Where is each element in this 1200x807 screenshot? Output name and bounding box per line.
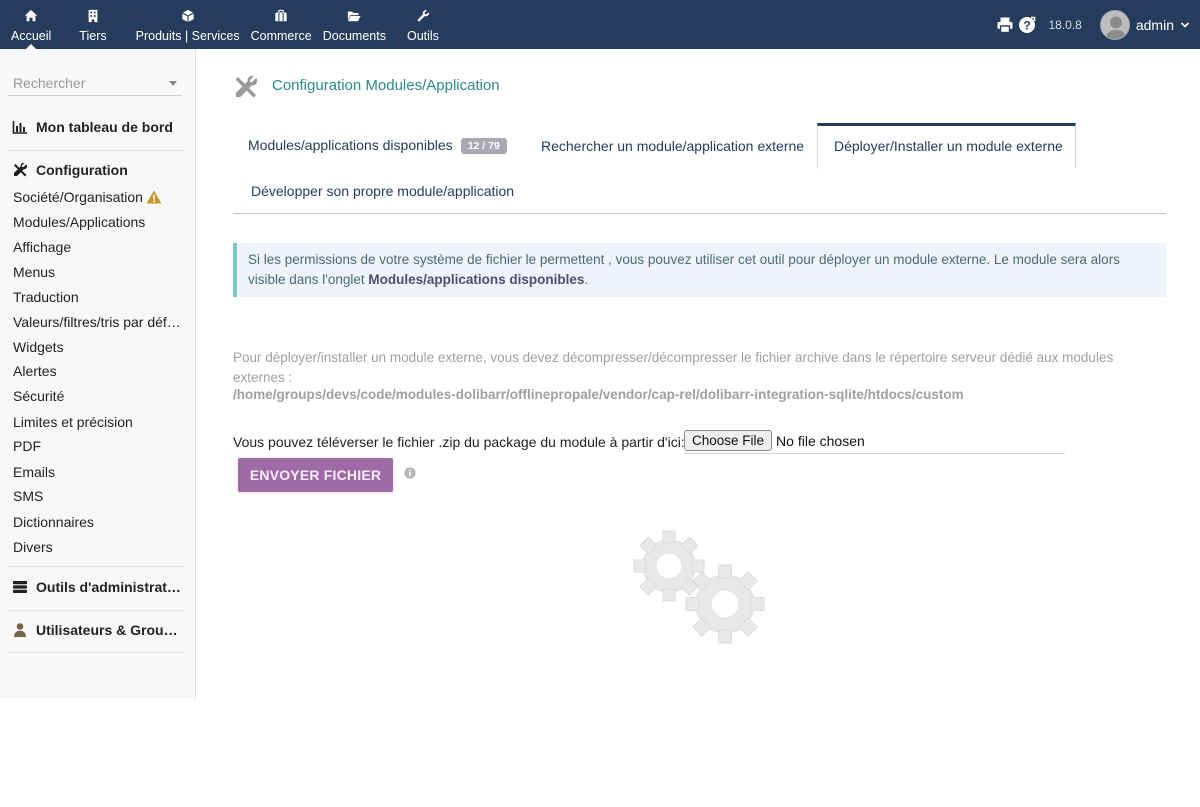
sidebar-item-widgets[interactable]: Widgets	[13, 339, 181, 355]
file-input[interactable]: Choose File No file chosen	[684, 428, 1065, 454]
sidebar-item-pdf[interactable]: PDF	[13, 438, 181, 454]
username[interactable]: admin	[1136, 17, 1174, 33]
wrench-icon	[417, 10, 429, 22]
tools-icon	[14, 162, 28, 177]
sidebar-item-label: Mon tableau de bord	[36, 119, 173, 135]
sidebar-item-valeurs-defaut[interactable]: Valeurs/filtres/tris par défaut	[13, 314, 181, 330]
tab-label: Modules/applications disponibles	[248, 137, 453, 153]
menu-label: Documents	[322, 29, 386, 43]
building-icon	[88, 9, 98, 23]
menu-label: Produits | Services	[135, 29, 240, 43]
divider	[8, 150, 184, 151]
sidebar-item-label: Configuration	[36, 162, 128, 178]
sidebar-item-dashboard[interactable]: Mon tableau de bord	[12, 119, 173, 135]
divider	[8, 566, 184, 567]
user-silhouette-icon	[1100, 10, 1129, 39]
menu-item-outils[interactable]: Outils	[392, 0, 449, 49]
top-right-tools: ? 18.0.8 admin	[996, 0, 1190, 49]
sidebar-item-menus[interactable]: Menus	[13, 264, 181, 280]
menu-item-tiers[interactable]: Tiers	[62, 0, 120, 49]
no-file-label: No file chosen	[776, 432, 865, 449]
sidebar-item-divers[interactable]: Divers	[13, 539, 181, 555]
cube-icon	[181, 9, 194, 23]
menu-item-documents[interactable]: Documents	[318, 0, 392, 49]
home-icon	[25, 9, 38, 22]
sidebar-item-admin-tools[interactable]: Outils d'administration	[12, 579, 184, 595]
upload-label: Vous pouvez téléverser le fichier .zip d…	[233, 434, 685, 450]
page-title: Configuration Modules/Application	[272, 77, 500, 94]
sidebar-item-limites[interactable]: Limites et précision	[13, 414, 181, 430]
left-sidebar: Rechercher Mon tableau de bord Configura…	[0, 49, 196, 699]
menu-label: Accueil	[11, 29, 52, 43]
divider	[8, 610, 184, 611]
sidebar-item-modules[interactable]: Modules/Applications	[13, 214, 181, 230]
briefcase-icon	[275, 9, 287, 22]
search-placeholder: Rechercher	[13, 75, 86, 91]
choose-file-button[interactable]: Choose File	[684, 430, 773, 451]
warning-icon	[146, 190, 162, 204]
sidebar-item-label: Utilisateurs & Groupes	[36, 622, 184, 638]
sidebar-item-affichage[interactable]: Affichage	[13, 239, 181, 255]
count-badge: 12 / 79	[460, 138, 507, 154]
main-menu: Accueil Tiers Produits | Services Commer…	[0, 0, 449, 49]
menu-item-produits-services[interactable]: Produits | Services	[121, 0, 246, 49]
deploy-path: /home/groups/devs/code/modules-dolibarr/…	[233, 387, 964, 402]
gears-icon	[633, 530, 765, 644]
deploy-instructions: Pour déployer/installer un module extern…	[233, 350, 1114, 385]
chevron-down-icon[interactable]	[1180, 20, 1190, 30]
svg-text:?: ?	[1024, 18, 1031, 32]
bar-chart-icon	[12, 121, 27, 134]
sidebar-item-societe[interactable]: Société/Organisation	[13, 189, 181, 205]
printer-icon[interactable]	[996, 16, 1014, 34]
info-bold-link: Modules/applications disponibles	[368, 272, 585, 287]
sidebar-item-dictionnaires[interactable]: Dictionnaires	[13, 514, 181, 530]
tab-modules-disponibles[interactable]: Modules/applications disponibles 12 / 79	[248, 137, 507, 154]
sidebar-item-label: Outils d'administration	[36, 579, 184, 595]
server-icon	[13, 581, 27, 593]
info-icon[interactable]	[404, 467, 416, 479]
sidebar-item-emails[interactable]: Emails	[13, 464, 181, 480]
info-text-end: .	[584, 272, 589, 287]
sidebar-item-users-groups[interactable]: Utilisateurs & Groupes	[12, 622, 184, 638]
tab-developper[interactable]: Développer son propre module/application	[251, 183, 514, 199]
menu-label: Outils	[406, 29, 439, 43]
avatar[interactable]	[1099, 9, 1130, 40]
user-icon	[14, 623, 26, 637]
menu-label: Commerce	[250, 29, 312, 43]
version-label: 18.0.8	[1048, 17, 1082, 32]
dropdown-arrow-icon	[169, 81, 177, 86]
tab-deployer-installer[interactable]: Déployer/Installer un module externe	[834, 138, 1063, 154]
sidebar-item-configuration[interactable]: Configuration	[12, 162, 128, 178]
sidebar-item-label: Société/Organisation	[13, 189, 143, 205]
search-select[interactable]: Rechercher	[8, 69, 182, 96]
tab-rechercher-externe[interactable]: Rechercher un module/application externe	[541, 138, 804, 154]
tools-icon	[235, 75, 258, 98]
tabs-divider	[233, 213, 1166, 214]
menu-item-commerce[interactable]: Commerce	[246, 0, 318, 49]
sidebar-item-securite[interactable]: Sécurité	[13, 388, 181, 404]
help-icon[interactable]: ?	[1018, 16, 1036, 34]
menu-label: Tiers	[79, 29, 107, 43]
folder-open-icon	[348, 11, 361, 22]
sidebar-item-traduction[interactable]: Traduction	[13, 289, 181, 305]
divider	[8, 652, 184, 653]
sidebar-item-alertes[interactable]: Alertes	[13, 363, 181, 379]
info-box: Si les permissions de votre système de f…	[233, 243, 1166, 297]
send-file-button[interactable]: ENVOYER FICHIER	[238, 458, 393, 492]
menu-item-accueil[interactable]: Accueil	[0, 0, 62, 49]
sidebar-item-sms[interactable]: SMS	[13, 488, 181, 504]
top-navigation-bar: Accueil Tiers Produits | Services Commer…	[0, 0, 1200, 49]
